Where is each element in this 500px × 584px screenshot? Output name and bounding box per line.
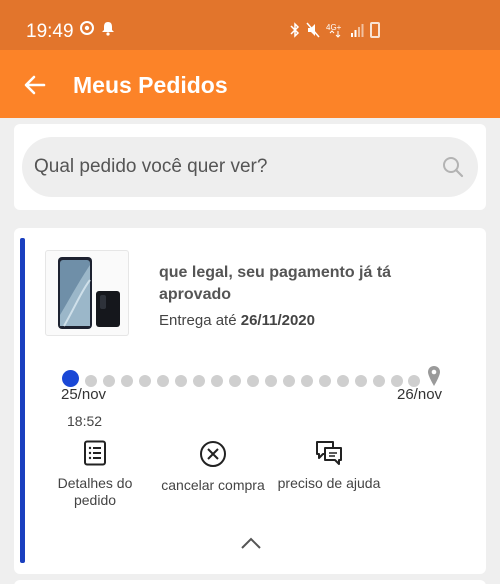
cancel-circle-icon: [200, 441, 226, 467]
signal-icon: [351, 24, 364, 37]
timeline-start-date: 25/nov: [61, 386, 107, 403]
chat-icon: [316, 441, 342, 465]
timeline-dot: [283, 375, 295, 387]
timeline-dot: [157, 375, 169, 387]
next-order-card[interactable]: [14, 580, 486, 584]
timeline-dot: [319, 375, 331, 387]
timeline-end-date: 26/nov: [397, 386, 443, 403]
timeline-dot: [139, 375, 151, 387]
location-pin-icon: [428, 366, 440, 386]
status-right-icons: 4G+: [290, 22, 380, 38]
search-icon[interactable]: [441, 155, 465, 179]
order-details-button[interactable]: Detalhes do pedido: [40, 440, 150, 509]
status-bar: 19:49 4G+: [0, 0, 500, 50]
timeline-dot: [301, 375, 313, 387]
search-input[interactable]: [34, 147, 424, 187]
timeline-dot: [193, 375, 205, 387]
search-card: [14, 124, 486, 210]
timeline-dot: [211, 375, 223, 387]
status-time: 19:49: [26, 21, 74, 42]
timeline-dot: [355, 375, 367, 387]
page-title: Meus Pedidos: [73, 72, 228, 98]
svg-text:4G+: 4G+: [326, 23, 342, 32]
help-label: preciso de ajuda: [277, 475, 381, 491]
timeline-dot: [121, 375, 133, 387]
order-card[interactable]: que legal, seu pagamento já tá aprovado …: [14, 228, 486, 574]
mute-icon: [306, 22, 320, 38]
timeline-dot: [175, 375, 187, 387]
timeline-start-time: 18:52: [67, 413, 103, 429]
timeline-current-step: [62, 370, 79, 387]
battery-icon: [370, 22, 380, 38]
timeline-dot: [337, 375, 349, 387]
timeline-dot: [265, 375, 277, 387]
status-left-icons: [80, 20, 116, 36]
order-details-label: Detalhes do pedido: [57, 475, 133, 508]
list-icon: [84, 440, 106, 466]
notification-icon: [102, 22, 114, 36]
app-bar: Meus Pedidos: [0, 50, 500, 118]
timeline-dot: [229, 375, 241, 387]
help-button[interactable]: preciso de ajuda: [274, 440, 384, 492]
back-button[interactable]: [22, 72, 48, 98]
bluetooth-icon: [290, 22, 300, 38]
timeline-dot: [373, 375, 385, 387]
timeline-dot: [247, 375, 259, 387]
order-timeline: 25/nov 26/nov 18:52: [14, 228, 486, 429]
chevron-up-icon[interactable]: [240, 536, 262, 550]
cancel-purchase-button[interactable]: cancelar compra: [158, 440, 268, 494]
cancel-purchase-label: cancelar compra: [161, 477, 265, 493]
network-4g-icon: 4G+: [326, 23, 342, 38]
chrome-icon: [80, 21, 94, 35]
search-box[interactable]: [22, 137, 478, 197]
